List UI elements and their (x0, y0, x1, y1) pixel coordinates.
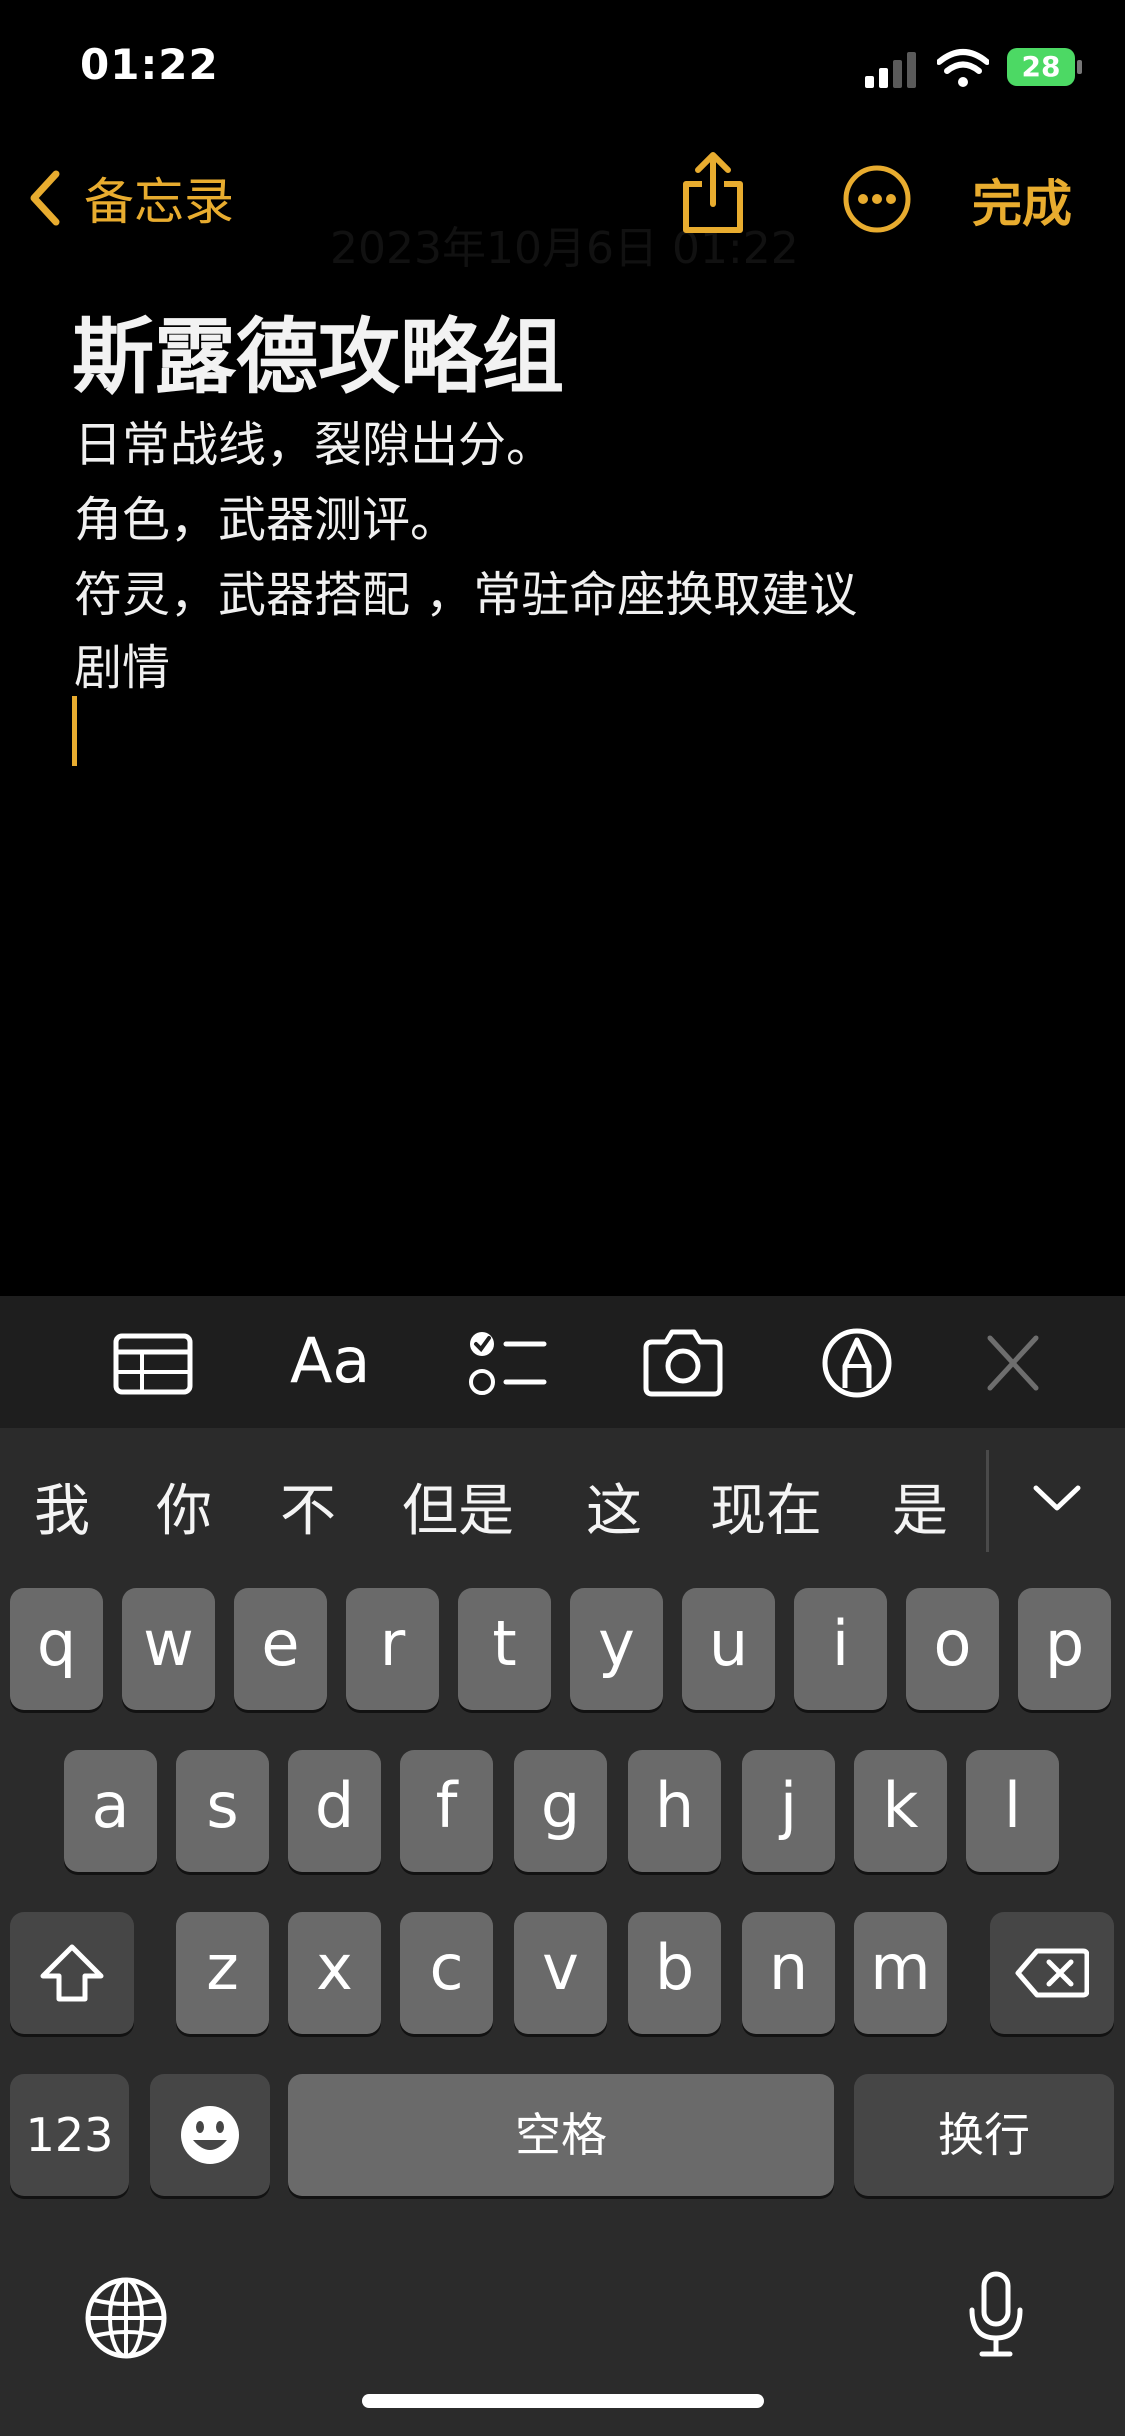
key-a[interactable]: a (64, 1750, 157, 1872)
key-d[interactable]: d (288, 1750, 381, 1872)
candidate-word[interactable]: 你 (156, 1466, 212, 1547)
candidate-divider (986, 1450, 989, 1552)
home-indicator[interactable] (362, 2394, 764, 2408)
done-button[interactable]: 完成 (972, 164, 1072, 236)
key-p[interactable]: p (1018, 1588, 1111, 1710)
space-key[interactable]: 空格 (288, 2074, 834, 2196)
shift-icon (40, 1944, 104, 2002)
markup-icon[interactable] (812, 1326, 902, 1400)
key-j[interactable]: j (742, 1750, 835, 1872)
key-z[interactable]: z (176, 1912, 269, 2034)
key-w[interactable]: w (122, 1588, 215, 1710)
emoji-key[interactable] (150, 2074, 270, 2196)
emoji-icon (181, 2106, 239, 2164)
checklist-icon[interactable] (462, 1326, 552, 1400)
battery-level: 28 (1021, 50, 1061, 83)
candidate-bar: 我 你 不 但是 这 现在 是 (0, 1428, 1125, 1556)
cellular-signal-icon (865, 52, 916, 88)
key-i[interactable]: i (794, 1588, 887, 1710)
candidate-word[interactable]: 是 (892, 1466, 948, 1547)
delete-icon (1015, 1948, 1089, 1998)
candidate-word[interactable]: 我 (34, 1466, 90, 1547)
chevron-left-icon (30, 170, 60, 226)
key-n[interactable]: n (742, 1912, 835, 2034)
candidate-word[interactable]: 不 (280, 1466, 336, 1547)
key-v[interactable]: v (514, 1912, 607, 2034)
camera-icon[interactable] (638, 1326, 728, 1400)
share-icon[interactable] (678, 150, 748, 236)
candidate-word[interactable]: 但是 (402, 1466, 514, 1547)
key-l[interactable]: l (966, 1750, 1059, 1872)
key-g[interactable]: g (514, 1750, 607, 1872)
note-line[interactable]: 符灵，武器搭配 ，常驻命座换取建议 (74, 555, 857, 625)
more-icon[interactable] (842, 164, 912, 234)
key-q[interactable]: q (10, 1588, 103, 1710)
note-line[interactable]: 剧情 (74, 628, 170, 698)
key-k[interactable]: k (854, 1750, 947, 1872)
numbers-key[interactable]: 123 (10, 2074, 129, 2196)
table-icon[interactable] (108, 1326, 198, 1400)
note-line[interactable]: 角色，武器测评。 (74, 480, 458, 550)
delete-key[interactable] (990, 1912, 1114, 2034)
key-x[interactable]: x (288, 1912, 381, 2034)
battery-icon: 28 (1007, 48, 1083, 86)
key-r[interactable]: r (346, 1588, 439, 1710)
key-e[interactable]: e (234, 1588, 327, 1710)
key-u[interactable]: u (682, 1588, 775, 1710)
note-line[interactable]: 日常战线，裂隙出分。 (74, 405, 554, 475)
back-button[interactable]: 备忘录 (26, 162, 234, 234)
close-icon[interactable] (968, 1326, 1058, 1400)
back-label: 备忘录 (84, 173, 234, 231)
wifi-icon (937, 49, 989, 87)
key-t[interactable]: t (458, 1588, 551, 1710)
key-f[interactable]: f (400, 1750, 493, 1872)
status-icons: 28 (865, 46, 1125, 90)
candidate-word[interactable]: 现在 (710, 1466, 822, 1547)
chevron-down-icon[interactable] (1030, 1478, 1084, 1518)
globe-icon[interactable] (84, 2276, 168, 2360)
text-format-button[interactable]: Aa (290, 1324, 370, 1397)
key-y[interactable]: y (570, 1588, 663, 1710)
key-o[interactable]: o (906, 1588, 999, 1710)
key-m[interactable]: m (854, 1912, 947, 2034)
return-key[interactable]: 换行 (854, 2074, 1114, 2196)
battery-cap (1077, 60, 1082, 74)
status-time: 01:22 (80, 40, 219, 89)
microphone-icon[interactable] (966, 2270, 1026, 2360)
key-b[interactable]: b (628, 1912, 721, 2034)
text-cursor (72, 696, 77, 766)
notes-screen: 01:22 28 备忘录 2023年10月6日 01:22 完成 斯露德攻略组 … (0, 0, 1125, 2436)
formatting-toolbar: Aa (0, 1296, 1125, 1428)
key-h[interactable]: h (628, 1750, 721, 1872)
key-c[interactable]: c (400, 1912, 493, 2034)
shift-key[interactable] (10, 1912, 134, 2034)
note-title[interactable]: 斯露德攻略组 (72, 290, 564, 409)
key-s[interactable]: s (176, 1750, 269, 1872)
candidate-word[interactable]: 这 (586, 1466, 642, 1547)
